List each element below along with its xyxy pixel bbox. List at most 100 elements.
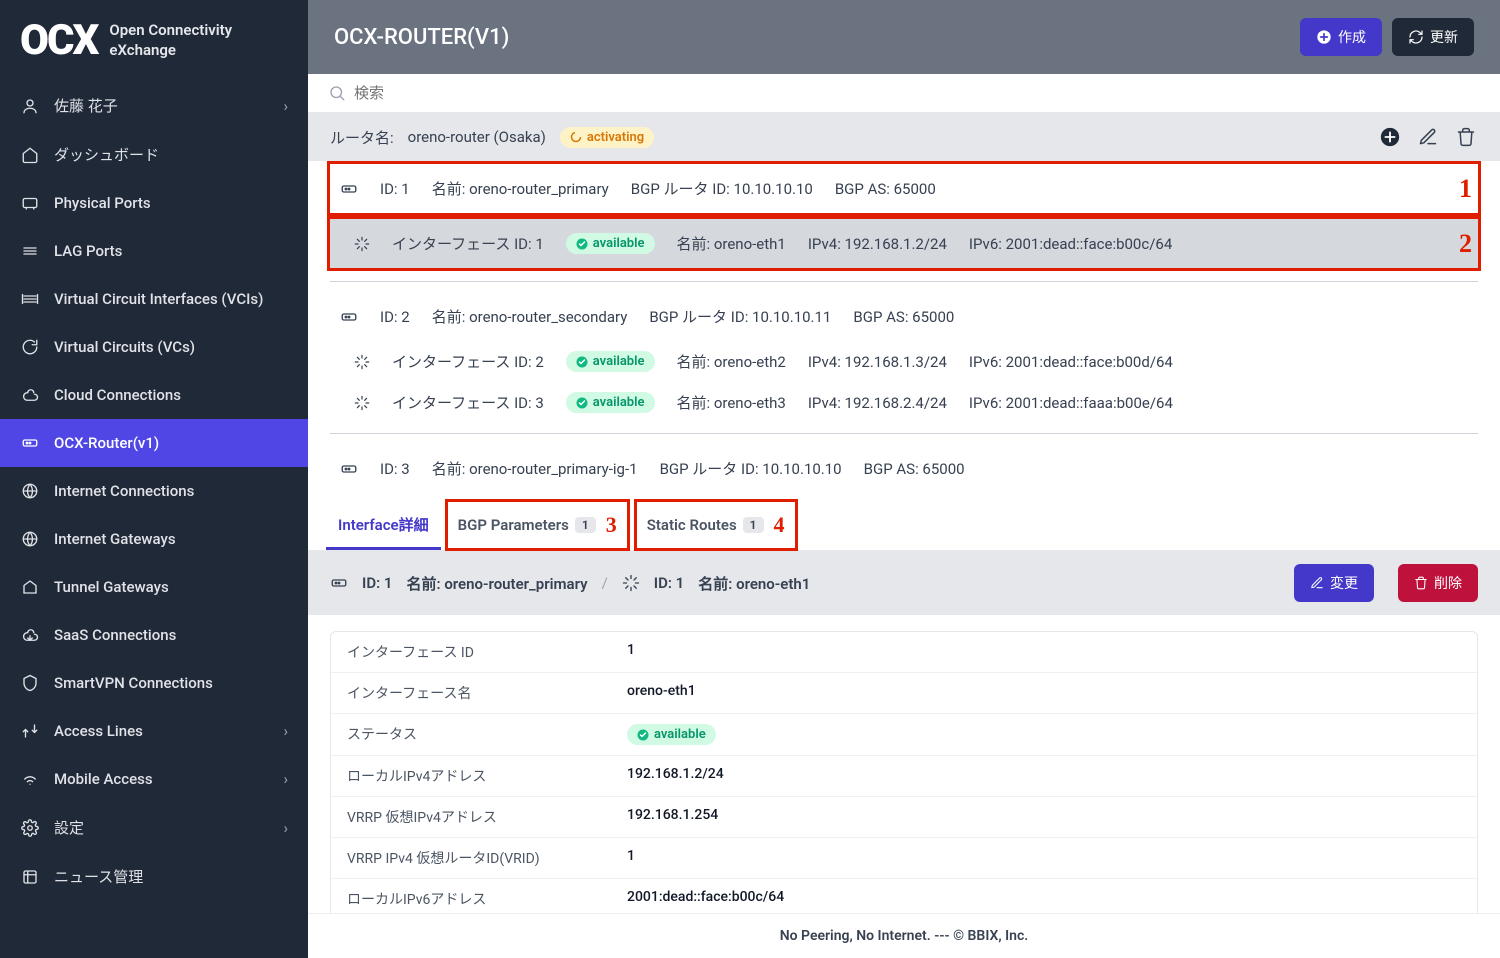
instance-id: ID: 3 (380, 460, 410, 478)
instance-name: 名前: oreno-router_primary (432, 178, 609, 199)
content-scroll[interactable]: ルータ名: oreno-router (Osaka) activating ID… (308, 113, 1500, 958)
detail-value: 192.168.1.254 (611, 797, 1477, 837)
router-name: oreno-router (Osaka) (408, 128, 546, 146)
instance-row[interactable]: ID: 1 名前: oreno-router_primary BGP ルータ I… (327, 161, 1481, 216)
tab-interface-detail[interactable]: Interface詳細 (326, 499, 441, 550)
delete-icon-button[interactable] (1454, 125, 1478, 149)
interface-icon (354, 395, 370, 411)
sidebar-item-5[interactable]: Cloud Connections (0, 371, 308, 419)
breadcrumb-separator: / (602, 574, 608, 592)
nav-icon (20, 673, 40, 693)
spinner-icon (570, 131, 582, 143)
logo-subtitle: Open Connectivity eXchange (109, 21, 232, 60)
interface-icon (354, 236, 370, 252)
detail-label: ローカルIPv4アドレス (331, 756, 611, 796)
refresh-button[interactable]: 更新 (1392, 18, 1474, 56)
iface-name: 名前: oreno-eth1 (677, 233, 786, 254)
nav-icon (20, 481, 40, 501)
sidebar-item-2[interactable]: LAG Ports (0, 227, 308, 275)
sidebar-item-11[interactable]: SmartVPN Connections (0, 659, 308, 707)
iface-id: インターフェース ID: 1 (392, 233, 544, 254)
router-name-label: ルータ名: (330, 127, 394, 148)
sidebar-item-7[interactable]: Internet Connections (0, 467, 308, 515)
instance-id: ID: 2 (380, 308, 410, 326)
nav-icon (20, 145, 40, 165)
edit-icon (1310, 576, 1324, 590)
instance-row[interactable]: ID: 3 名前: oreno-router_primary-ig-1 BGP … (330, 444, 1478, 493)
instance-name: 名前: oreno-router_secondary (432, 306, 628, 327)
sidebar-item-6[interactable]: OCX-Router(v1) (0, 419, 308, 467)
page-header: OCX-ROUTER(V1) 作成 更新 (308, 0, 1500, 74)
sidebar-item-4[interactable]: Virtual Circuits (VCs) (0, 323, 308, 371)
detail-row: ステータスavailable (331, 714, 1477, 756)
instance-name: 名前: oreno-router_primary-ig-1 (432, 458, 638, 479)
detail-row: ローカルIPv4アドレス192.168.1.2/24 (331, 756, 1477, 797)
plus-circle-icon (1316, 29, 1332, 45)
sidebar-item-label: Physical Ports (54, 194, 151, 212)
sidebar-item-label: Internet Connections (54, 482, 194, 500)
sidebar-item-label: 設定 (54, 817, 84, 838)
annotation-1: 1 (1459, 174, 1472, 204)
edit-icon-button[interactable] (1416, 125, 1440, 149)
nav-icon (20, 769, 40, 789)
delete-button-label: 削除 (1434, 573, 1462, 593)
nav-icon (20, 818, 40, 838)
delete-button[interactable]: 削除 (1398, 564, 1478, 602)
sidebar-item-label: Cloud Connections (54, 386, 181, 404)
sidebar-item-10[interactable]: SaaS Connections (0, 611, 308, 659)
iface-ipv6: IPv6: 2001:dead::faaa:b00e/64 (969, 394, 1173, 412)
tab-label: Static Routes (647, 516, 737, 534)
sidebar-item-15[interactable]: ニュース管理 (0, 852, 308, 901)
sidebar-item-0[interactable]: ダッシュボード (0, 130, 308, 179)
brand-line2: eXchange (109, 41, 232, 61)
interface-row[interactable]: インターフェース ID: 2 available 名前: oreno-eth2 … (330, 341, 1478, 382)
router-icon (330, 574, 348, 592)
brand-line1: Open Connectivity (109, 21, 232, 41)
tab-bgp-parameters[interactable]: BGP Parameters 1 3 (445, 499, 630, 551)
search-input[interactable] (354, 85, 1480, 102)
create-button[interactable]: 作成 (1300, 18, 1382, 56)
iface-ipv6: IPv6: 2001:dead::face:b00c/64 (969, 235, 1172, 253)
edit-button[interactable]: 変更 (1294, 564, 1374, 602)
sidebar-item-13[interactable]: Mobile Access› (0, 755, 308, 803)
sidebar-item-3[interactable]: Virtual Circuit Interfaces (VCIs) (0, 275, 308, 323)
bc-id: 1 (676, 574, 685, 592)
nav-icon (20, 289, 40, 309)
instance-bgp-id: BGP ルータ ID: 10.10.10.10 (631, 178, 813, 199)
search-bar[interactable] (308, 74, 1500, 113)
add-icon-button[interactable] (1378, 125, 1402, 149)
chevron-right-icon: › (283, 819, 288, 837)
sidebar-item-8[interactable]: Internet Gateways (0, 515, 308, 563)
sidebar-item-14[interactable]: 設定 › (0, 803, 308, 852)
iface-id: インターフェース ID: 3 (392, 392, 544, 413)
tabs: Interface詳細 BGP Parameters 1 3 Static Ro… (308, 499, 1500, 551)
sidebar-item-label: SmartVPN Connections (54, 674, 213, 692)
user-menu[interactable]: 佐藤 花子 › (0, 81, 308, 130)
iface-id: インターフェース ID: 2 (392, 351, 544, 372)
nav-list: ダッシュボードPhysical PortsLAG PortsVirtual Ci… (0, 130, 308, 901)
sidebar-item-label: ダッシュボード (54, 144, 159, 165)
sidebar-item-9[interactable]: Tunnel Gateways (0, 563, 308, 611)
nav-icon (20, 529, 40, 549)
interface-row[interactable]: インターフェース ID: 3 available 名前: oreno-eth3 … (330, 382, 1478, 423)
instance-block: ID: 1 名前: oreno-router_primary BGP ルータ I… (308, 161, 1500, 271)
tab-static-routes[interactable]: Static Routes 1 4 (634, 499, 798, 551)
router-icon (340, 308, 358, 326)
nav-icon (20, 867, 40, 887)
edit-button-label: 変更 (1330, 573, 1358, 593)
instance-row[interactable]: ID: 2 名前: oreno-router_secondary BGP ルータ… (330, 292, 1478, 341)
bc-name: oreno-eth1 (736, 575, 810, 593)
search-icon (328, 84, 346, 102)
logo: OCX (20, 16, 97, 65)
interface-row[interactable]: インターフェース ID: 1 available 名前: oreno-eth1 … (327, 216, 1481, 271)
sidebar-item-1[interactable]: Physical Ports (0, 179, 308, 227)
sidebar-item-label: Tunnel Gateways (54, 578, 169, 596)
sidebar-item-label: SaaS Connections (54, 626, 176, 644)
sidebar-item-12[interactable]: Access Lines› (0, 707, 308, 755)
detail-label: インターフェース名 (331, 673, 611, 713)
tab-label: Interface詳細 (338, 514, 429, 535)
detail-label: VRRP 仮想IPv4アドレス (331, 797, 611, 837)
user-name: 佐藤 花子 (54, 95, 118, 116)
divider (330, 433, 1478, 434)
page-title: OCX-ROUTER(V1) (334, 25, 1300, 50)
